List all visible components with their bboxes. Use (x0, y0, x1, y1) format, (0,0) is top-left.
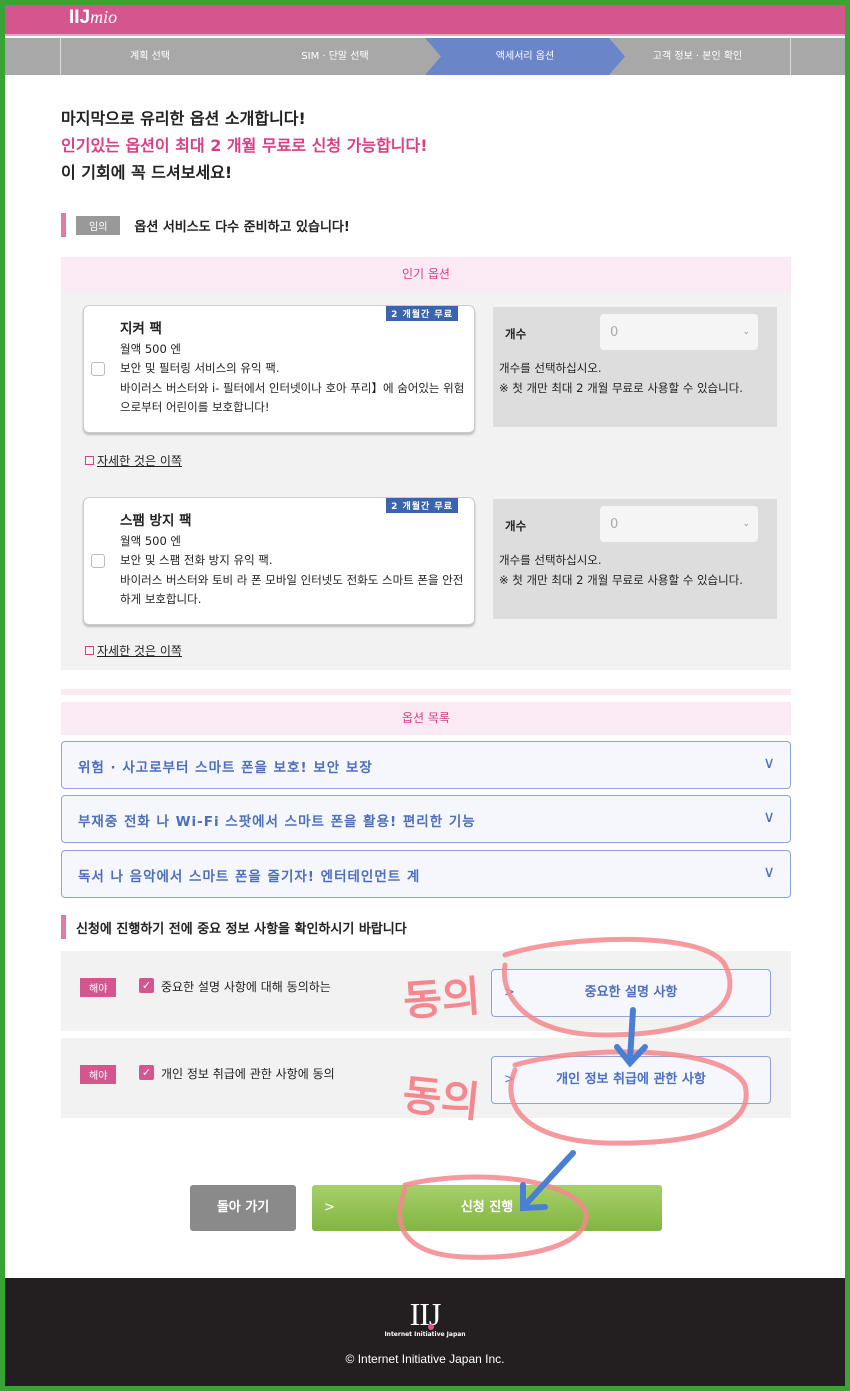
logo-dot (428, 1324, 434, 1330)
accordion-security[interactable]: 위험 · 사고로부터 스마트 폰을 보호! 보안 보장 ∨ (61, 741, 791, 789)
option-card[interactable]: 2 개월간 무료 스팸 방지 팩 월액 500 엔 보안 및 스팸 전화 방지 … (83, 497, 475, 625)
logo-text: IIJ (409, 1296, 442, 1332)
logo-suffix: mio (90, 7, 118, 27)
chevron-down-icon: ⌄ (742, 519, 750, 529)
quantity-note: ※ 첫 개만 최대 2 개월 무료로 사용할 수 있습니다. (499, 380, 743, 395)
quantity-value: 0 (610, 325, 619, 340)
quantity-note: 개수를 선택하십시오. (499, 361, 602, 375)
panel-title: 인기 옵션 (61, 257, 791, 291)
intro-line: 마지막으로 유리한 옵션 소개합니다! (61, 109, 306, 128)
option-name: 지켜 팩 (120, 321, 162, 337)
agree-label[interactable]: 개인 정보 취급에 관한 사항에 동의 (161, 1065, 335, 1082)
chevron-right-icon: > (504, 1072, 515, 1087)
option-checkbox[interactable] (91, 554, 105, 568)
back-button[interactable]: 돌아 가기 (190, 1185, 296, 1231)
optional-section-heading: 임의 옵션 서비스도 다수 준비하고 있습니다! (61, 213, 350, 237)
option-desc: 바이러스 버스터와 i- 필터에서 인터넷이나 호아 푸리】에 숨어있는 위험으… (120, 380, 465, 415)
section-title: 신청에 진행하기 전에 중요 정보 사항을 확인하시기 바랍니다 (76, 921, 407, 937)
divider (790, 38, 791, 75)
handwritten-note: 동의 (400, 1070, 483, 1127)
progress-steps: 계획 선택 SIM · 단말 선택 액세서리 옵션 고객 정보 · 본인 확인 (5, 38, 845, 75)
popular-options-panel: 인기 옵션 2 개월간 무료 지켜 팩 월액 500 엔 보안 및 필터링 서비… (61, 257, 791, 670)
details-link[interactable]: 자세한 것은 이쪽 (85, 452, 182, 469)
chevron-down-icon: ∨ (763, 753, 776, 772)
step-customer-info: 고객 정보 · 본인 확인 (652, 51, 743, 62)
quantity-note: ※ 첫 개만 최대 2 개월 무료로 사용할 수 있습니다. (499, 572, 743, 587)
quantity-value: 0 (610, 517, 619, 532)
option-desc: 보안 및 필터링 서비스의 유익 팩. (120, 361, 280, 375)
copyright: © Internet Initiative Japan Inc. (345, 1352, 505, 1366)
accordion-label: 부재중 전화 나 Wi-Fi 스팟에서 스마트 폰을 활용! 편리한 기능 (78, 814, 476, 830)
quantity-select[interactable]: 0 ⌄ (599, 505, 759, 543)
divider (61, 689, 791, 695)
section-title: 옵션 서비스도 다수 준비하고 있습니다! (134, 219, 350, 235)
option-checkbox[interactable] (91, 362, 105, 376)
button-label: 개인 정보 취급에 관한 사항 (556, 1072, 706, 1087)
chevron-right-icon: > (324, 1200, 335, 1215)
option-name: 스팸 방지 팩 (120, 513, 192, 529)
details-link[interactable]: 자세한 것은 이쪽 (85, 642, 182, 659)
external-link-icon (85, 646, 94, 655)
iijmio-logo[interactable]: IIJmio (69, 7, 117, 29)
option-desc: 바이러스 버스터와 토비 라 폰 모바일 인터넷도 전화도 스마트 폰을 안전하… (120, 572, 464, 607)
accordion-entertainment[interactable]: 독서 나 음악에서 스마트 폰을 즐기자! 엔터테인먼트 계 ∨ (61, 850, 791, 898)
chevron-right-icon: > (504, 985, 515, 1000)
option-details: 지켜 팩 월액 500 엔 보안 및 필터링 서비스의 유익 팩. 바이러스 버… (120, 320, 465, 418)
button-label: 중요한 설명 사항 (584, 985, 678, 1000)
intro-line: 이 기회에 꼭 드셔보세요! (61, 163, 233, 182)
quantity-panel: 개수 0 ⌄ 개수를 선택하십시오. ※ 첫 개만 최대 2 개월 무료로 사용할 … (493, 307, 777, 427)
link-text: 자세한 것은 이쪽 (97, 454, 182, 468)
agree-checkbox[interactable]: ✓ (139, 978, 154, 993)
important-section-heading: 신청에 진행하기 전에 중요 정보 사항을 확인하시기 바랍니다 (61, 915, 407, 939)
important-notes-button[interactable]: > 중요한 설명 사항 (491, 969, 771, 1017)
step-accessory-active: 액세서리 옵션 (425, 38, 625, 75)
quantity-label: 개수 (505, 327, 527, 341)
required-tag: 해야 (80, 1065, 117, 1084)
step-sim: SIM · 단말 선택 (301, 51, 369, 62)
panel-title: 옵션 목록 (61, 702, 791, 735)
site-header: IIJmio (5, 5, 845, 36)
step-plan: 계획 선택 (130, 51, 170, 62)
option-price: 월액 500 엔 (120, 341, 182, 356)
accordion-label: 독서 나 음악에서 스마트 폰을 즐기자! 엔터테인먼트 계 (78, 869, 421, 885)
optional-tag: 임의 (76, 215, 121, 235)
chevron-down-icon: ⌄ (742, 327, 750, 337)
free-badge: 2 개월간 무료 (386, 306, 458, 321)
quantity-note: 개수를 선택하십시오. (499, 553, 602, 567)
intro-highlight: 인기있는 옵션이 최대 2 개월 무료로 신청 가능합니다! (61, 136, 428, 155)
required-tag: 해야 (80, 978, 117, 997)
option-desc: 보안 및 스팸 전화 방지 유익 팩. (120, 553, 273, 567)
accordion-label: 위험 · 사고로부터 스마트 폰을 보호! 보안 보장 (78, 760, 373, 776)
link-text: 자세한 것은 이쪽 (97, 644, 182, 658)
quantity-panel: 개수 0 ⌄ 개수를 선택하십시오. ※ 첫 개만 최대 2 개월 무료로 사용할 … (493, 499, 777, 619)
intro-text: 마지막으로 유리한 옵션 소개합니다! 인기있는 옵션이 최대 2 개월 무료로… (61, 105, 428, 186)
option-price: 월액 500 엔 (120, 533, 182, 548)
site-footer: IIJ Internet Initiative Japan © Internet… (5, 1278, 845, 1386)
button-label: 신청 진행 (460, 1200, 514, 1215)
handwritten-note: 동의 (401, 971, 483, 1026)
free-badge: 2 개월간 무료 (386, 498, 458, 513)
external-link-icon (85, 456, 94, 465)
option-list-header: 옵션 목록 (61, 702, 791, 735)
page: IIJmio 계획 선택 SIM · 단말 선택 액세서리 옵션 고객 정보 ·… (5, 5, 845, 1386)
accordion-convenience[interactable]: 부재중 전화 나 Wi-Fi 스팟에서 스마트 폰을 활용! 편리한 기능 ∨ (61, 795, 791, 843)
option-details: 스팸 방지 팩 월액 500 엔 보안 및 스팸 전화 방지 유익 팩. 바이러… (120, 512, 465, 610)
option-card[interactable]: 2 개월간 무료 지켜 팩 월액 500 엔 보안 및 필터링 서비스의 유익 … (83, 305, 475, 433)
chevron-down-icon: ∨ (763, 807, 776, 826)
agree-label[interactable]: 중요한 설명 사항에 대해 동의하는 (161, 978, 331, 995)
iij-logo: IIJ (5, 1296, 845, 1333)
agree-checkbox[interactable]: ✓ (139, 1065, 154, 1080)
logo-text: IIJ (69, 7, 91, 28)
proceed-button[interactable]: > 신청 진행 (312, 1185, 662, 1231)
privacy-policy-button[interactable]: > 개인 정보 취급에 관한 사항 (491, 1056, 771, 1104)
chevron-down-icon: ∨ (763, 862, 776, 881)
quantity-label: 개수 (505, 519, 527, 533)
quantity-select[interactable]: 0 ⌄ (599, 313, 759, 351)
